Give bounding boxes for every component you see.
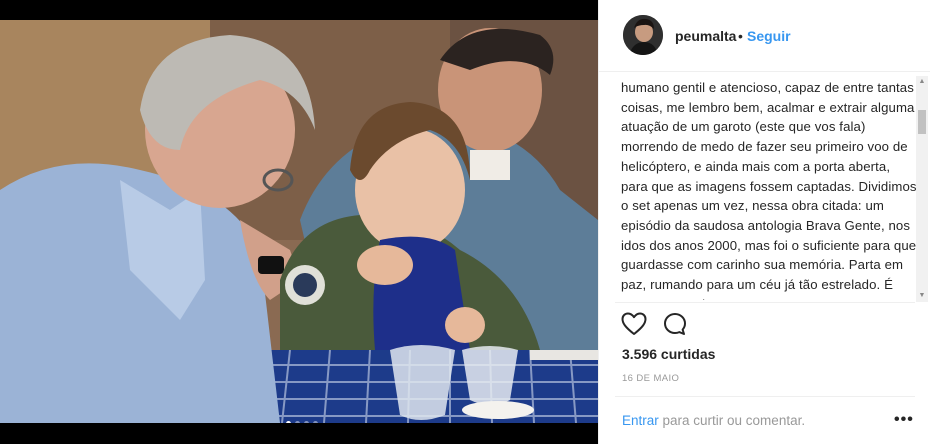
likes-count[interactable]: 3.596 curtidas (622, 346, 715, 362)
header-separator: • (738, 28, 743, 44)
comment-icon[interactable] (663, 312, 687, 341)
avatar[interactable] (623, 15, 663, 55)
divider (615, 396, 915, 397)
scroll-thumb[interactable] (918, 110, 926, 134)
post-side-panel: peumalta • Seguir humano gentil e atenci… (598, 0, 930, 444)
post-date[interactable]: 16 DE MAIO (622, 373, 679, 384)
post-photo[interactable] (0, 20, 598, 423)
login-link[interactable]: Entrar (622, 413, 659, 428)
caption-scrollbar[interactable]: ▲ ▼ (916, 76, 928, 302)
scroll-up-arrow-icon[interactable]: ▲ (916, 76, 928, 88)
divider (615, 302, 915, 303)
photo-illustration (0, 20, 598, 423)
avatar-image (623, 15, 663, 55)
heart-icon[interactable] (621, 312, 647, 341)
login-prompt-text: para curtir ou comentar. (658, 413, 806, 428)
follow-button[interactable]: Seguir (747, 28, 791, 44)
post-header: peumalta • Seguir (599, 0, 930, 72)
more-options-icon[interactable]: ••• (894, 411, 914, 429)
scroll-down-arrow-icon[interactable]: ▼ (916, 290, 928, 302)
username-link[interactable]: peumalta (675, 28, 736, 44)
login-prompt: Entrar para curtir ou comentar. (622, 413, 805, 428)
caption-text: humano gentil e atencioso, capaz de entr… (621, 80, 917, 300)
